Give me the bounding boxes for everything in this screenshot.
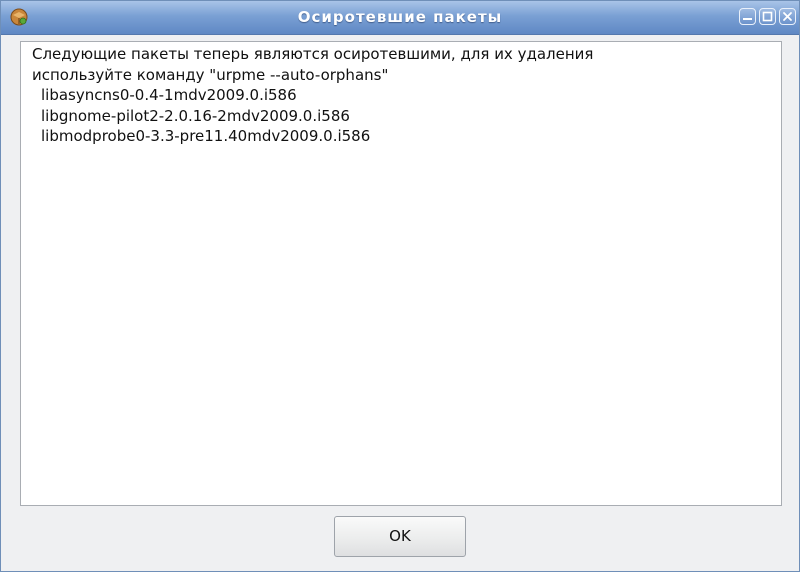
close-button[interactable] [779, 8, 796, 25]
ok-button[interactable]: OK [334, 516, 466, 557]
package-item: libasyncns0-0.4-1mdv2009.0.i586 [41, 86, 297, 104]
title-bar[interactable]: Осиротевшие пакеты [1, 1, 799, 35]
message-line-2: используйте команду "urpme --auto-orphan… [32, 65, 389, 84]
dialog-window: Осиротевшие пакеты Следующие пакеты тепе… [0, 0, 800, 572]
package-item: libmodprobe0-3.3-pre11.40mdv2009.0.i586 [41, 127, 371, 145]
window-title: Осиротевшие пакеты [297, 8, 503, 26]
maximize-icon [762, 11, 773, 22]
package-item: libgnome-pilot2-2.0.16-2mdv2009.0.i586 [41, 106, 350, 125]
minimize-icon [743, 18, 752, 20]
message-line-1: Следующие пакеты теперь являются осироте… [32, 45, 594, 63]
minimize-button[interactable] [739, 8, 756, 25]
maximize-button[interactable] [759, 8, 776, 25]
orphans-text-area[interactable]: Следующие пакеты теперь являются осироте… [20, 41, 782, 506]
close-icon [783, 12, 792, 21]
